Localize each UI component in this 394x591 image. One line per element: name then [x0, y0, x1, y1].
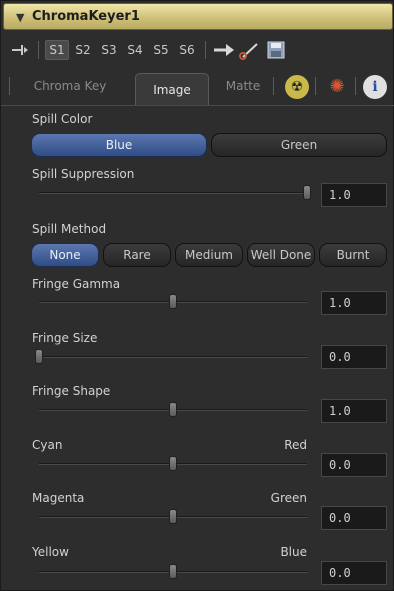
tab-divider	[273, 77, 274, 95]
pin-icon[interactable]	[9, 40, 31, 60]
cyan-red-value-field[interactable]: 0.0	[321, 453, 387, 477]
tool-title: ChromaKeyer1	[32, 9, 140, 24]
toolbar: S1 S2 S3 S4 S5 S6	[1, 35, 394, 65]
info-icon[interactable]: i	[363, 75, 387, 99]
gear-icon[interactable]: ✺	[325, 75, 349, 99]
magenta-label: Magenta	[32, 491, 85, 505]
red-label: Red	[284, 438, 307, 452]
toolbar-divider	[38, 41, 39, 59]
spill-color-green-button[interactable]: Green	[211, 133, 387, 157]
tool-header[interactable]: ▼ ChromaKeyer1	[3, 3, 393, 30]
scene-button-s2[interactable]: S2	[71, 40, 95, 60]
fringe-shape-value-field[interactable]: 1.0	[321, 399, 387, 423]
spill-suppression-label: Spill Suppression	[32, 167, 135, 181]
fringe-size-value-field[interactable]: 0.0	[321, 345, 387, 369]
pick-wand-icon[interactable]	[237, 40, 263, 60]
tab-image[interactable]: Image	[135, 73, 209, 105]
fringe-gamma-value-field[interactable]: 1.0	[321, 291, 387, 315]
fringe-size-slider-track[interactable]	[39, 356, 307, 358]
scene-button-s4[interactable]: S4	[123, 40, 147, 60]
radioactive-icon[interactable]: ☢	[285, 75, 309, 99]
spill-suppression-slider-handle[interactable]	[303, 185, 311, 200]
spill-method-rare-button[interactable]: Rare	[103, 243, 171, 267]
yellow-blue-slider-handle[interactable]	[169, 564, 177, 579]
blue-label: Blue	[280, 545, 307, 559]
tab-matte[interactable]: Matte	[215, 71, 271, 101]
scene-button-s1[interactable]: S1	[45, 40, 69, 60]
spill-method-burnt-button[interactable]: Burnt	[319, 243, 387, 267]
cyan-red-slider-handle[interactable]	[169, 456, 177, 471]
tab-divider	[355, 77, 356, 95]
fringe-size-label: Fringe Size	[32, 331, 98, 345]
fringe-shape-label: Fringe Shape	[32, 384, 111, 398]
fringe-shape-slider-handle[interactable]	[169, 402, 177, 417]
tab-divider	[315, 77, 316, 95]
scene-button-s3[interactable]: S3	[97, 40, 121, 60]
toolbar-divider	[205, 41, 206, 59]
magenta-green-value-field[interactable]: 0.0	[321, 506, 387, 530]
tab-chroma-key[interactable]: Chroma Key	[17, 71, 123, 101]
spill-suppression-slider-track[interactable]	[39, 192, 307, 194]
scene-button-s6[interactable]: S6	[175, 40, 199, 60]
cyan-label: Cyan	[32, 438, 63, 452]
tab-divider	[9, 77, 10, 95]
spill-method-label: Spill Method	[32, 222, 107, 236]
scene-button-s5[interactable]: S5	[149, 40, 173, 60]
tool-panel: ▼ ChromaKeyer1 S1 S2 S3 S4 S5 S6 Chroma …	[0, 0, 394, 591]
tab-bar: Chroma Key Image Matte ☢ ✺ i	[1, 67, 394, 105]
spill-color-blue-button[interactable]: Blue	[31, 133, 207, 157]
spill-method-none-button[interactable]: None	[31, 243, 99, 267]
magenta-green-slider-handle[interactable]	[169, 509, 177, 524]
save-icon[interactable]	[265, 40, 287, 60]
arrow-right-icon[interactable]	[211, 40, 237, 60]
spill-method-medium-button[interactable]: Medium	[175, 243, 243, 267]
yellow-blue-value-field[interactable]: 0.0	[321, 561, 387, 585]
collapse-triangle-icon[interactable]: ▼	[16, 11, 24, 24]
spill-method-well-done-button[interactable]: Well Done	[247, 243, 315, 267]
fringe-gamma-slider-handle[interactable]	[169, 294, 177, 309]
yellow-label: Yellow	[32, 545, 69, 559]
fringe-gamma-label: Fringe Gamma	[32, 277, 121, 291]
spill-color-label: Spill Color	[32, 112, 93, 126]
green-label: Green	[270, 491, 307, 505]
tab-underline	[1, 105, 394, 106]
spill-suppression-value-field[interactable]: 1.0	[321, 183, 387, 207]
fringe-size-slider-handle[interactable]	[35, 349, 43, 364]
